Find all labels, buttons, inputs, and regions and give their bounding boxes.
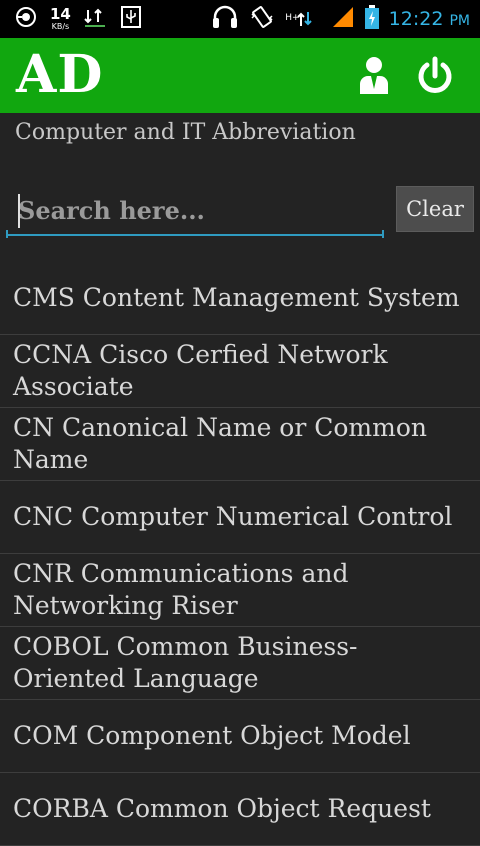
list-item[interactable]: CCNA Cisco Cerfied Network Associate <box>0 335 480 408</box>
action-bar: AD <box>0 38 480 113</box>
network-speed-unit: KB/s <box>51 22 70 31</box>
list-item[interactable]: CORBA Common Object Request <box>0 773 480 846</box>
headset-icon <box>211 4 239 34</box>
list-item[interactable]: COBOL Common Business-Oriented Language <box>0 627 480 700</box>
app-title: AD <box>16 44 104 105</box>
list-item[interactable]: CNR Communications and Networking Riser <box>0 554 480 627</box>
vibrate-icon <box>249 4 275 34</box>
clock: 12:22 PM <box>389 8 470 30</box>
battery-icon <box>364 5 379 33</box>
list-item-text: CN Canonical Name or Common Name <box>13 413 428 474</box>
search-underline-right-edge <box>382 230 384 238</box>
abbreviation-list: CMS Content Management System CCNA Cisco… <box>0 262 480 846</box>
usb-icon <box>119 5 143 33</box>
list-item-text: CORBA Common Object Request <box>13 794 431 823</box>
search-input[interactable] <box>6 186 384 236</box>
clock-time: 12:22 <box>388 8 444 30</box>
page-subtitle: Computer and IT Abbreviation <box>15 120 356 145</box>
text-cursor <box>18 194 20 228</box>
network-speed: 14 KB/s <box>50 7 71 31</box>
search-underline-left-edge <box>6 230 8 238</box>
user-icon[interactable] <box>352 54 396 98</box>
data-saver-icon <box>14 5 38 33</box>
mobile-data-icon: H+ <box>285 6 320 32</box>
status-bar: 14 KB/s H+ 12:22 PM <box>0 0 480 38</box>
list-item-text: CNR Communications and Networking Riser <box>13 559 349 620</box>
list-item[interactable]: CNC Computer Numerical Control <box>0 481 480 554</box>
signal-icon <box>331 5 355 33</box>
clock-ampm: PM <box>449 13 470 29</box>
list-item-text: CNC Computer Numerical Control <box>13 502 453 531</box>
data-transfer-icon <box>83 5 107 33</box>
power-icon[interactable] <box>413 54 457 98</box>
list-item-text: COBOL Common Business-Oriented Language <box>13 632 358 693</box>
search-container <box>6 186 384 238</box>
list-item[interactable]: CN Canonical Name or Common Name <box>0 408 480 481</box>
list-item-text: CMS Content Management System <box>13 283 460 312</box>
list-item[interactable]: COM Component Object Model <box>0 700 480 773</box>
clear-button[interactable]: Clear <box>396 186 474 232</box>
list-item[interactable]: CMS Content Management System <box>0 262 480 335</box>
list-item-text: CCNA Cisco Cerfied Network Associate <box>13 340 388 401</box>
list-item-text: COM Component Object Model <box>13 721 411 750</box>
network-speed-value: 14 <box>50 5 71 23</box>
